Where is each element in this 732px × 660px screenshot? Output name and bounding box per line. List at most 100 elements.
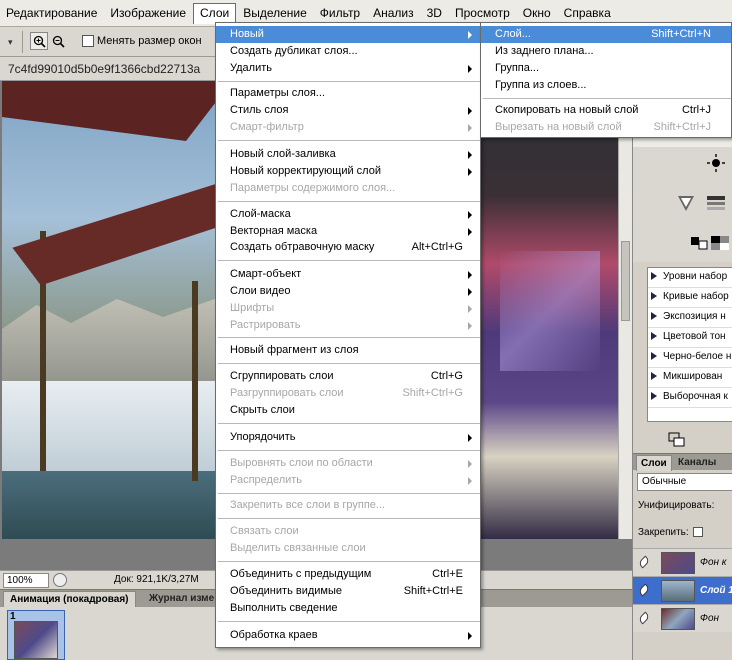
eye-icon[interactable] (637, 611, 651, 625)
shortcut-label: Shift+Ctrl+J (653, 121, 711, 133)
options-separator (22, 31, 23, 53)
submenu-item-group[interactable]: Группа... (481, 60, 731, 77)
brightness-icon[interactable] (705, 153, 727, 173)
menu-window[interactable]: Окно (517, 3, 557, 24)
eye-icon[interactable] (637, 555, 651, 569)
menu-item-style[interactable]: Стиль слоя (216, 102, 480, 119)
tab-channels[interactable]: Каналы (674, 455, 720, 471)
menu-select[interactable]: Выделение (237, 3, 313, 24)
menu-item-flatten[interactable]: Выполнить сведение (216, 600, 480, 617)
posterize-icon[interactable] (709, 233, 731, 253)
menu-item-matting[interactable]: Обработка краев (216, 627, 480, 644)
menu-item-smart-object[interactable]: Смарт-объект (216, 266, 480, 283)
submenu-arrow-icon (468, 477, 472, 485)
submenu-item-from-background[interactable]: Из заднего плана... (481, 43, 731, 60)
preset-black-white[interactable]: Черно-белое н (648, 348, 732, 368)
adjustment-icons (633, 147, 732, 262)
preset-channel-mixer[interactable]: Микширован (648, 368, 732, 388)
shortcut-label: Ctrl+J (681, 104, 711, 116)
menu-item-arrange[interactable]: Упорядочить (216, 429, 480, 446)
blend-mode-select[interactable]: Обычные (637, 473, 732, 491)
layer-row[interactable]: Фон к (633, 548, 732, 576)
submenu-item-new-layer[interactable]: Слой... Shift+Ctrl+N (481, 26, 731, 43)
preset-hue[interactable]: Цветовой тон (648, 328, 732, 348)
eye-icon[interactable] (637, 583, 651, 597)
submenu-arrow-icon (468, 228, 472, 236)
preset-curves[interactable]: Кривые набор (648, 288, 732, 308)
menu-separator (218, 260, 480, 261)
menu-item-content-options: Параметры содержимого слоя... (230, 182, 396, 194)
menu-item-merge-down[interactable]: Объединить с предыдущим Ctrl+E (216, 566, 480, 583)
zoom-in-button[interactable] (30, 32, 48, 50)
menu-item-duplicate[interactable]: Создать дубликат слоя... (216, 43, 480, 60)
menu-item-vector-mask[interactable]: Векторная маска (216, 223, 480, 240)
tab-layers[interactable]: Слои (636, 455, 672, 471)
submenu-arrow-icon (468, 271, 472, 279)
submenu-arrow-icon (468, 31, 472, 39)
status-menu-icon[interactable] (53, 573, 67, 587)
menu-separator (218, 81, 480, 82)
expand-triangle-icon (651, 372, 657, 380)
menu-item-new-adjustment[interactable]: Новый корректирующий слой (216, 163, 480, 180)
menu-item-new-slice[interactable]: Новый фрагмент из слоя (216, 342, 480, 359)
channel-mixer-icon[interactable] (705, 193, 727, 213)
preset-selective-color[interactable]: Выборочная к (648, 388, 732, 408)
resize-windows-checkbox[interactable] (82, 35, 94, 47)
menu-item-lock-all: Закрепить все слои в группе... (230, 499, 386, 511)
zoom-out-button[interactable] (49, 32, 67, 50)
preset-levels[interactable]: Уровни набор (648, 268, 732, 288)
lock-transparent-icon[interactable] (692, 527, 703, 537)
expand-triangle-icon (651, 392, 657, 400)
layer-row[interactable]: Фон (633, 604, 732, 632)
expand-triangle-icon (651, 352, 657, 360)
menu-item-clipping-mask[interactable]: Создать обтравочную маску Alt+Ctrl+G (216, 239, 480, 256)
menu-item-properties[interactable]: Параметры слоя... (216, 85, 480, 102)
menu-analysis[interactable]: Анализ (367, 3, 420, 24)
menu-image[interactable]: Изображение (104, 3, 192, 24)
invert-icon[interactable] (689, 233, 711, 253)
menu-3d[interactable]: 3D (421, 3, 448, 24)
expand-triangle-icon (651, 332, 657, 340)
resize-windows-label: Менять размер окон (97, 35, 202, 47)
submenu-arrow-icon (468, 65, 472, 73)
layer-name: Фон к (700, 557, 727, 568)
layer-name: Слой 1 (700, 585, 732, 596)
river (2, 471, 232, 539)
tool-preset-dropdown-icon[interactable]: ▾ (8, 37, 13, 48)
menu-item-delete[interactable]: Удалить (216, 60, 480, 77)
layer-row-selected[interactable]: Слой 1 (633, 576, 732, 604)
menu-item-merge-visible[interactable]: Объединить видимые Shift+Ctrl+E (216, 583, 480, 600)
menu-item-layer-mask[interactable]: Слой-маска (216, 206, 480, 223)
menu-item-new[interactable]: Новый (216, 26, 480, 43)
layer-thumbnail (661, 552, 695, 574)
tab-animation[interactable]: Анимация (покадровая) (3, 591, 136, 608)
submenu-item-copy-to-new[interactable]: Скопировать на новый слой Ctrl+J (481, 102, 731, 119)
tab-history[interactable]: Журнал изме (143, 591, 220, 608)
scrollbar-thumb[interactable] (621, 241, 630, 321)
submenu-item-group-from-layers[interactable]: Группа из слоев... (481, 77, 731, 94)
menu-view[interactable]: Просмотр (449, 3, 516, 24)
menu-help[interactable]: Справка (558, 3, 617, 24)
vibrance-icon[interactable] (675, 193, 697, 213)
preset-exposure[interactable]: Экспозиция н (648, 308, 732, 328)
menu-edit[interactable]: Редактирование (0, 3, 103, 24)
return-to-list-icon[interactable] (667, 431, 687, 449)
unify-label: Унифицировать: (638, 500, 715, 511)
vertical-scrollbar[interactable] (618, 81, 632, 539)
menu-separator (218, 423, 480, 424)
menu-filter[interactable]: Фильтр (314, 3, 366, 24)
new-submenu: Слой... Shift+Ctrl+N Из заднего плана... … (480, 22, 732, 138)
menu-item-video-layers[interactable]: Слои видео (216, 283, 480, 300)
menu-item-new-fill[interactable]: Новый слой-заливка (216, 146, 480, 163)
zoom-level-field[interactable]: 100% (3, 573, 49, 588)
menu-separator (218, 201, 480, 202)
submenu-arrow-icon (468, 632, 472, 640)
zoom-out-icon (52, 35, 65, 48)
document-tab[interactable]: 7c4fd99010d5b0e9f1366cbd22713a (0, 57, 220, 81)
menu-item-group[interactable]: Сгруппировать слои Ctrl+G (216, 368, 480, 385)
animation-frame[interactable]: 1 (7, 610, 65, 660)
menu-item-hide[interactable]: Скрыть слои (216, 402, 480, 419)
frame-thumbnail (14, 621, 58, 659)
menu-item-rasterize: Растрировать (216, 317, 480, 334)
menu-layers[interactable]: Слои (193, 2, 237, 24)
